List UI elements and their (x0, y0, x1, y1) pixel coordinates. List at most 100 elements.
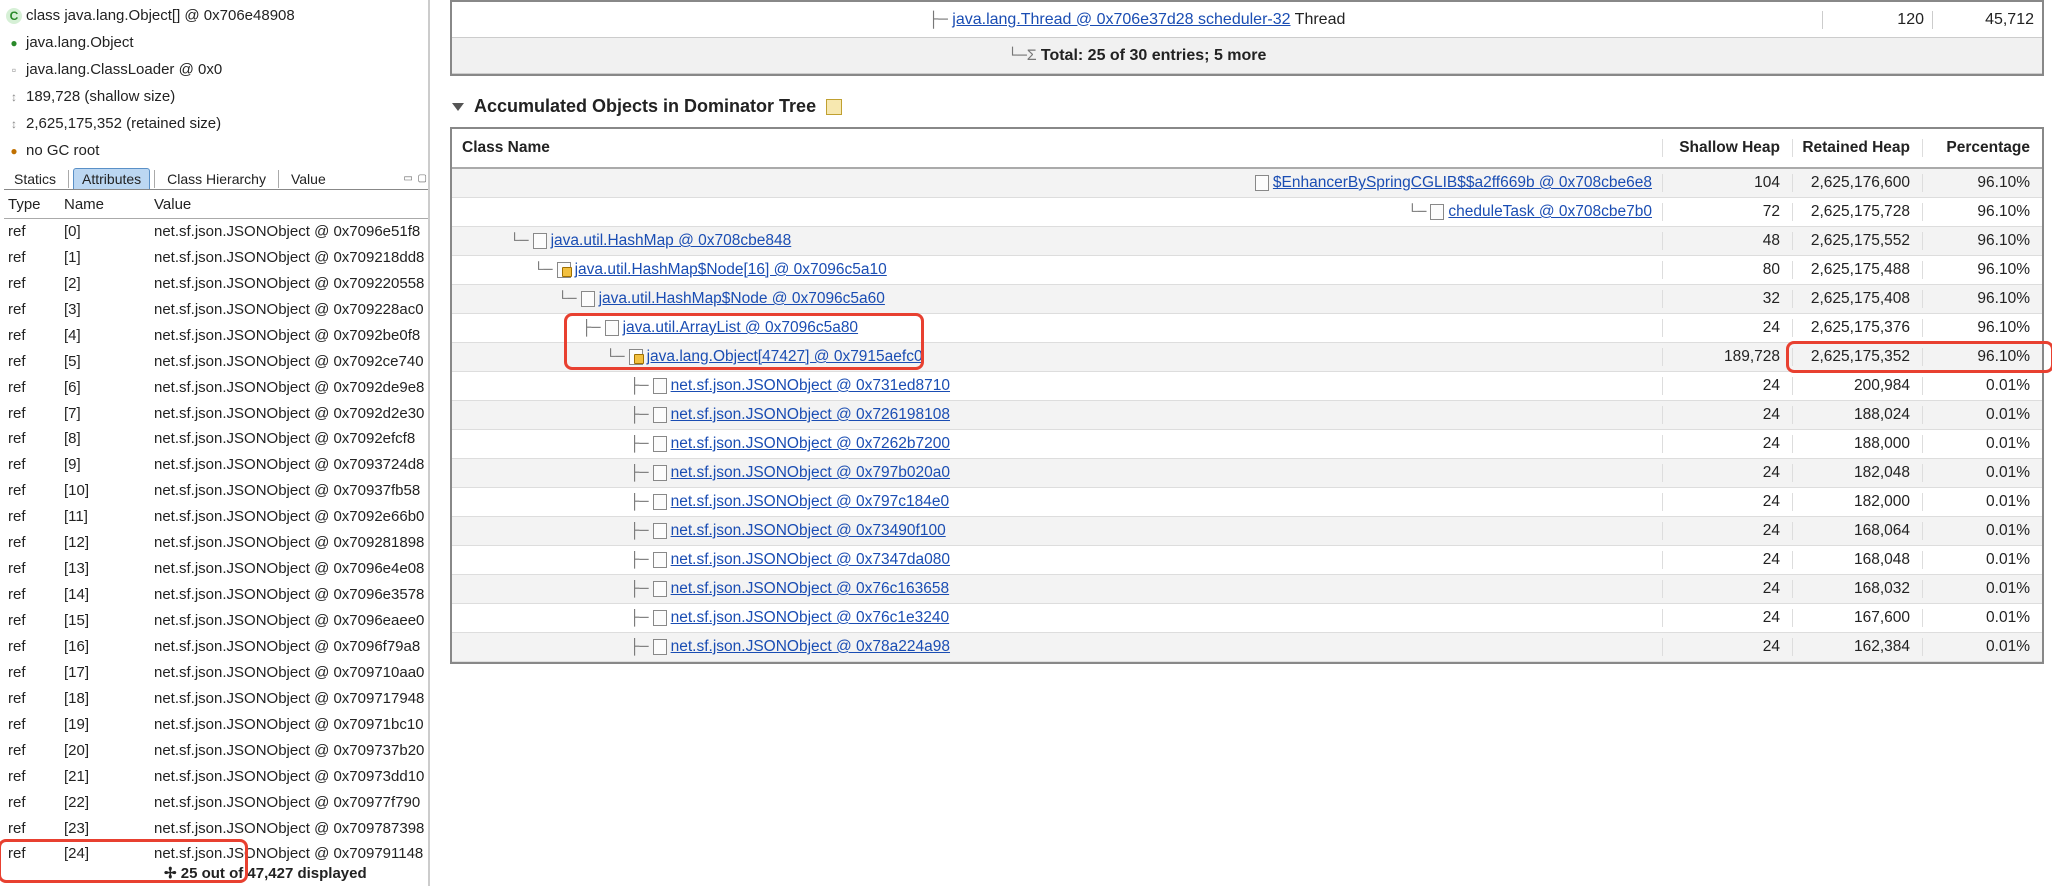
col-class-name[interactable]: Class Name (452, 139, 1662, 157)
attribute-row[interactable]: ref[3]net.sf.json.JSONObject @ 0x709228a… (4, 297, 428, 323)
attribute-row[interactable]: ref[8]net.sf.json.JSONObject @ 0x7092efc… (4, 426, 428, 452)
class-link[interactable]: java.util.HashMap$Node @ 0x7096c5a60 (599, 290, 885, 308)
row-type: ref (4, 764, 64, 790)
panel-controls-icon[interactable]: ▭ ▢ (403, 173, 428, 184)
dominator-row[interactable]: ├─ net.sf.json.JSONObject @ 0x76c1e3240 … (452, 604, 2042, 633)
class-link[interactable]: cheduleTask @ 0x708cbe7b0 (1448, 203, 1652, 221)
attribute-row[interactable]: ref[20]net.sf.json.JSONObject @ 0x709737… (4, 738, 428, 764)
attribute-row[interactable]: ref[5]net.sf.json.JSONObject @ 0x7092ce7… (4, 349, 428, 375)
row-percentage: 96.10% (1922, 348, 2042, 366)
display-count[interactable]: ✢ 25 out of 47,427 displayed (4, 861, 428, 886)
attribute-row[interactable]: ref[19]net.sf.json.JSONObject @ 0x70971b… (4, 712, 428, 738)
dominator-row[interactable]: ├─ net.sf.json.JSONObject @ 0x797c184e0 … (452, 488, 2042, 517)
dominator-row[interactable]: └─ cheduleTask @ 0x708cbe7b0 72 2,625,17… (452, 198, 2042, 227)
object-icon (653, 378, 667, 394)
attribute-row[interactable]: ref[24]net.sf.json.JSONObject @ 0x709791… (4, 841, 428, 860)
attribute-row[interactable]: ref[12]net.sf.json.JSONObject @ 0x709281… (4, 530, 428, 556)
tree-connector-icon: ├─ (630, 493, 649, 511)
attribute-row[interactable]: ref[14]net.sf.json.JSONObject @ 0x7096e3… (4, 582, 428, 608)
row-value: net.sf.json.JSONObject @ 0x7092e66b0 (154, 504, 428, 530)
row-class-name: ├─ java.util.ArrayList @ 0x7096c5a80 (452, 319, 1662, 337)
dominator-row[interactable]: ├─ net.sf.json.JSONObject @ 0x7347da080 … (452, 546, 2042, 575)
class-link[interactable]: net.sf.json.JSONObject @ 0x78a224a98 (671, 638, 950, 656)
col-retained-heap[interactable]: Retained Heap (1792, 139, 1922, 157)
attribute-row[interactable]: ref[18]net.sf.json.JSONObject @ 0x709717… (4, 686, 428, 712)
dominator-row[interactable]: ├─ net.sf.json.JSONObject @ 0x73490f100 … (452, 517, 2042, 546)
class-link[interactable]: java.util.HashMap$Node[16] @ 0x7096c5a10 (575, 261, 887, 279)
dominator-row[interactable]: ├─ net.sf.json.JSONObject @ 0x76c163658 … (452, 575, 2042, 604)
tree-connector-icon: ├─ (630, 638, 649, 656)
attribute-row[interactable]: ref[21]net.sf.json.JSONObject @ 0x70973d… (4, 764, 428, 790)
summary-row[interactable]: └─Σ Total: 25 of 30 entries; 5 more (452, 38, 2042, 74)
class-link[interactable]: net.sf.json.JSONObject @ 0x76c163658 (671, 580, 950, 598)
attribute-row[interactable]: ref[22]net.sf.json.JSONObject @ 0x70977f… (4, 790, 428, 816)
dominator-row[interactable]: $EnhancerBySpringCGLIB$$a2ff669b @ 0x708… (452, 169, 2042, 198)
section-header: Accumulated Objects in Dominator Tree (450, 96, 2044, 117)
class-link[interactable]: java.util.HashMap @ 0x708cbe848 (551, 232, 792, 250)
row-percentage: 0.01% (1922, 638, 2042, 656)
col-type[interactable]: Type (4, 192, 64, 218)
attribute-row[interactable]: ref[7]net.sf.json.JSONObject @ 0x7092d2e… (4, 401, 428, 427)
dominator-row[interactable]: ├─ java.util.ArrayList @ 0x7096c5a80 24 … (452, 314, 2042, 343)
attribute-row[interactable]: ref[6]net.sf.json.JSONObject @ 0x7092de9… (4, 375, 428, 401)
dominator-row[interactable]: └─ java.util.HashMap$Node @ 0x7096c5a60 … (452, 285, 2042, 314)
row-type: ref (4, 790, 64, 816)
class-link[interactable]: net.sf.json.JSONObject @ 0x73490f100 (671, 522, 946, 540)
class-link[interactable]: net.sf.json.JSONObject @ 0x726198108 (671, 406, 950, 424)
dominator-row[interactable]: └─ java.util.HashMap$Node[16] @ 0x7096c5… (452, 256, 2042, 285)
row-type: ref (4, 271, 64, 297)
dominator-row[interactable]: ├─ net.sf.json.JSONObject @ 0x7262b7200 … (452, 430, 2042, 459)
class-link[interactable]: net.sf.json.JSONObject @ 0x797b020a0 (671, 464, 950, 482)
dominator-row[interactable]: ├─ net.sf.json.JSONObject @ 0x731ed8710 … (452, 372, 2042, 401)
attribute-row[interactable]: ref[2]net.sf.json.JSONObject @ 0x7092205… (4, 271, 428, 297)
attribute-row[interactable]: ref[10]net.sf.json.JSONObject @ 0x70937f… (4, 478, 428, 504)
attribute-row[interactable]: ref[15]net.sf.json.JSONObject @ 0x7096ea… (4, 608, 428, 634)
dominator-row[interactable]: └─ java.util.HashMap @ 0x708cbe848 48 2,… (452, 227, 2042, 256)
class-link[interactable]: net.sf.json.JSONObject @ 0x731ed8710 (671, 377, 950, 395)
row-shallow: 24 (1662, 522, 1792, 540)
col-percentage[interactable]: Percentage (1922, 139, 2042, 157)
row-name: [0] (64, 219, 154, 245)
class-link[interactable]: net.sf.json.JSONObject @ 0x76c1e3240 (671, 609, 950, 627)
object-icon (653, 552, 667, 568)
class-link[interactable]: net.sf.json.JSONObject @ 0x797c184e0 (671, 493, 950, 511)
row-type: ref (4, 219, 64, 245)
col-value[interactable]: Value (154, 192, 428, 218)
attribute-row[interactable]: ref[9]net.sf.json.JSONObject @ 0x7093724… (4, 452, 428, 478)
attribute-row[interactable]: ref[23]net.sf.json.JSONObject @ 0x709787… (4, 816, 428, 842)
tab-class-hierarchy[interactable]: Class Hierarchy (159, 169, 274, 189)
dominator-row[interactable]: ├─ net.sf.json.JSONObject @ 0x797b020a0 … (452, 459, 2042, 488)
class-link[interactable]: net.sf.json.JSONObject @ 0x7262b7200 (671, 435, 950, 453)
class-link[interactable]: net.sf.json.JSONObject @ 0x7347da080 (671, 551, 950, 569)
row-value: net.sf.json.JSONObject @ 0x70977f790 (154, 790, 428, 816)
section-help-icon[interactable] (826, 99, 842, 115)
tab-value[interactable]: Value (283, 169, 334, 189)
attribute-row[interactable]: ref[11]net.sf.json.JSONObject @ 0x7092e6… (4, 504, 428, 530)
class-link[interactable]: java.util.ArrayList @ 0x7096c5a80 (623, 319, 858, 337)
tab-statics[interactable]: Statics (6, 169, 64, 189)
attribute-row[interactable]: ref[17]net.sf.json.JSONObject @ 0x709710… (4, 660, 428, 686)
col-shallow-heap[interactable]: Shallow Heap (1662, 139, 1792, 157)
attribute-row[interactable]: ref[1]net.sf.json.JSONObject @ 0x709218d… (4, 245, 428, 271)
summary-row[interactable]: ├─ java.lang.Thread @ 0x706e37d28 schedu… (452, 2, 2042, 38)
row-retained: 2,625,175,488 (1792, 261, 1922, 279)
attribute-row[interactable]: ref[0]net.sf.json.JSONObject @ 0x7096e51… (4, 219, 428, 245)
object-icon (1430, 204, 1444, 220)
row-retained: 2,625,176,600 (1792, 174, 1922, 192)
dominator-row[interactable]: ├─ net.sf.json.JSONObject @ 0x78a224a98 … (452, 633, 2042, 662)
dominator-row[interactable]: └─ java.lang.Object[47427] @ 0x7915aefc0… (452, 343, 2042, 372)
dominator-row[interactable]: ├─ net.sf.json.JSONObject @ 0x726198108 … (452, 401, 2042, 430)
row-shallow: 24 (1662, 638, 1792, 656)
attribute-rows: ref[0]net.sf.json.JSONObject @ 0x7096e51… (4, 219, 428, 861)
class-link[interactable]: java.lang.Object[47427] @ 0x7915aefc0 (647, 348, 923, 366)
col-name[interactable]: Name (64, 192, 154, 218)
tab-attributes[interactable]: Attributes (73, 168, 150, 189)
attribute-row[interactable]: ref[4]net.sf.json.JSONObject @ 0x7092be0… (4, 323, 428, 349)
tree-connector-icon: └─ (1408, 203, 1427, 221)
attribute-row[interactable]: ref[13]net.sf.json.JSONObject @ 0x7096e4… (4, 556, 428, 582)
object-link[interactable]: java.lang.Thread @ 0x706e37d28 scheduler… (952, 11, 1290, 28)
class-link[interactable]: $EnhancerBySpringCGLIB$$a2ff669b @ 0x708… (1273, 174, 1652, 192)
collapse-icon[interactable] (452, 103, 464, 111)
dominator-columns: Class Name Shallow Heap Retained Heap Pe… (452, 129, 2042, 169)
attribute-row[interactable]: ref[16]net.sf.json.JSONObject @ 0x7096f7… (4, 634, 428, 660)
